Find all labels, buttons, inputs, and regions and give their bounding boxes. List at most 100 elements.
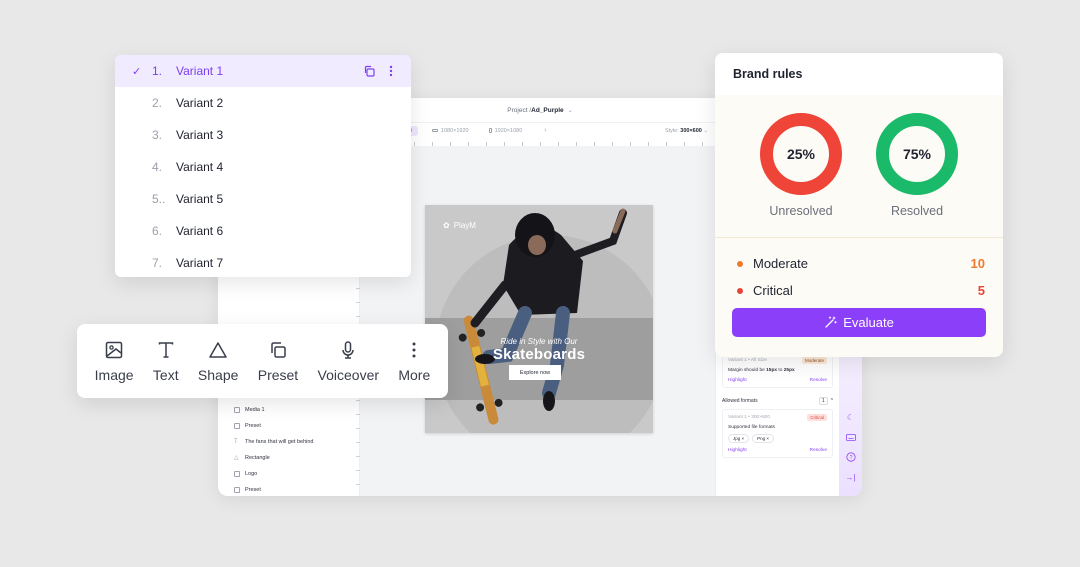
preset-icon xyxy=(234,487,240,493)
issue-group-allowed-formats[interactable]: Allowed formats 1 ^ xyxy=(722,397,833,405)
chevron-down-icon: ⌄ xyxy=(567,107,573,114)
moderate-dot-icon xyxy=(737,260,743,267)
insert-toolbar: Image Text Shape Preset Voiceover More xyxy=(77,324,448,398)
ad-headline: Skateboards xyxy=(492,346,586,363)
size-chip-1080x1920[interactable]: 1080×1920 xyxy=(426,126,475,136)
text-icon xyxy=(158,341,173,358)
size-label: 1920×1080 xyxy=(494,127,523,134)
preset-icon xyxy=(234,423,240,429)
variant-number: 4. xyxy=(152,160,163,174)
issue-message: Margin should be 15px to 25px xyxy=(728,368,795,373)
highlight-link[interactable]: Highlight xyxy=(728,448,747,453)
variant-item-1[interactable]: ✓ 1. Variant 1 xyxy=(115,55,411,87)
duplicate-icon[interactable] xyxy=(363,65,375,77)
layer-label: Media 1 xyxy=(245,407,265,413)
layer-label: Preset xyxy=(245,423,261,429)
tool-label: Image xyxy=(94,366,134,383)
layer-item[interactable]: Preset xyxy=(234,418,314,434)
variant-item-3[interactable]: 3. Variant 3 xyxy=(115,119,411,151)
style-select[interactable]: Style: 300×600 ⌄ xyxy=(665,128,708,134)
check-icon: ✓ xyxy=(132,65,142,78)
variant-label: Variant 3 xyxy=(176,128,224,142)
tool-preset[interactable]: Preset xyxy=(258,340,298,383)
help-icon[interactable]: ? xyxy=(845,452,856,462)
variant-number: 2. xyxy=(152,96,163,110)
issue-meta: Variant 1 • 300×600 xyxy=(728,415,770,420)
layer-item[interactable]: Logo xyxy=(234,466,314,482)
tool-label: Voiceover xyxy=(317,366,380,383)
svg-text:?: ? xyxy=(849,455,852,461)
collapse-icon[interactable]: →| xyxy=(845,472,855,482)
layer-item[interactable]: Media 1 xyxy=(234,402,314,418)
issue-card-formats: Variant 1 • 300×600 Critical Supported f… xyxy=(722,409,833,458)
moon-icon[interactable]: ☾ xyxy=(846,412,856,422)
group-count: 1 xyxy=(818,397,828,405)
layer-label: Rectangle xyxy=(245,455,270,461)
severity-badge: Moderate xyxy=(801,357,827,364)
evaluate-button[interactable]: Evaluate xyxy=(732,308,986,337)
tool-shape[interactable]: Shape xyxy=(198,340,238,383)
highlight-link[interactable]: Highlight xyxy=(728,378,747,383)
variant-item-4[interactable]: 4. Variant 4 xyxy=(115,151,411,183)
variant-number: 1. xyxy=(152,64,163,78)
variant-label: Variant 2 xyxy=(176,96,224,110)
ad-cta-button[interactable]: Explore now xyxy=(509,365,561,380)
tool-label: Shape xyxy=(197,366,239,383)
horizontal-ruler xyxy=(360,138,716,146)
severity-label: Moderate xyxy=(753,256,808,271)
magic-wand-icon xyxy=(825,316,837,328)
issue-message: Supported file formats xyxy=(728,425,775,430)
variant-label: Variant 5 xyxy=(176,192,224,206)
format-chip-png[interactable]: Png × xyxy=(752,434,775,443)
variant-number: 7. xyxy=(152,256,163,270)
unresolved-donut: 25% Unresolved xyxy=(760,113,842,218)
breadcrumb-project: Project / xyxy=(507,106,532,114)
variant-label: Variant 4 xyxy=(176,160,224,174)
resolve-link[interactable]: Resolve xyxy=(810,448,827,453)
tool-label: More xyxy=(398,366,431,383)
triangle-icon xyxy=(209,341,227,358)
layer-item[interactable]: T The fans that will get behind xyxy=(234,434,314,450)
layer-label: The fans that will get behind xyxy=(245,439,314,445)
format-chip-jpg[interactable]: Jpg × xyxy=(728,434,750,443)
severity-count: 10 xyxy=(970,256,985,271)
divider xyxy=(715,237,1003,238)
tool-more[interactable]: More xyxy=(398,340,430,383)
more-vertical-icon[interactable] xyxy=(389,65,393,77)
variant-item-6[interactable]: 6. Variant 6 xyxy=(115,215,411,247)
keyboard-icon[interactable] xyxy=(845,432,856,442)
variant-item-2[interactable]: 2. Variant 2 xyxy=(115,87,411,119)
layer-item[interactable]: Preset xyxy=(234,482,314,496)
brand-rules-card: Brand rules 25% Unresolved 75% Resolved … xyxy=(715,53,1003,357)
tool-image[interactable]: Image xyxy=(95,340,134,383)
resolved-donut: 75% Resolved xyxy=(876,113,958,218)
evaluate-label: Evaluate xyxy=(843,315,894,330)
variant-number: 5.. xyxy=(152,192,166,206)
chevron-up-icon[interactable]: ^ xyxy=(831,398,833,404)
tool-label: Preset xyxy=(257,366,299,383)
ad-preview[interactable]: ✿ PlayM Ride in Style with Our Skateboar… xyxy=(425,205,653,433)
text-icon: T xyxy=(234,439,238,445)
variant-dropdown: ✓ 1. Variant 1 2. Variant 2 3. Variant 3 4… xyxy=(115,55,411,277)
layer-item[interactable]: △ Rectangle xyxy=(234,450,314,466)
unresolved-label: Unresolved xyxy=(769,204,833,218)
issues-panel: Variant 1 • All Size Moderate Margin sho… xyxy=(715,350,839,496)
tool-voiceover[interactable]: Voiceover xyxy=(318,340,379,383)
variant-item-7[interactable]: 7. Variant 7 xyxy=(115,247,411,277)
variant-item-5[interactable]: 5.. Variant 5 xyxy=(115,183,411,215)
variant-label: Variant 7 xyxy=(176,256,224,270)
severity-badge: Critical xyxy=(807,414,827,421)
size-chip-1920x1080[interactable]: 1920×1080 xyxy=(483,126,529,136)
microphone-icon xyxy=(342,340,355,359)
shape-icon: △ xyxy=(234,455,239,461)
severity-label: Critical xyxy=(753,283,793,298)
variant-number: 6. xyxy=(152,224,163,238)
chevron-right-icon[interactable]: › xyxy=(544,127,546,134)
unresolved-percent: 25% xyxy=(787,146,816,162)
more-vertical-icon xyxy=(412,342,416,357)
tool-text[interactable]: Text xyxy=(153,340,179,383)
skater-image xyxy=(458,208,627,425)
variant-number: 3. xyxy=(152,128,163,142)
resolve-link[interactable]: Resolve xyxy=(810,378,827,383)
side-rail: ☾ ? →| xyxy=(839,350,862,496)
